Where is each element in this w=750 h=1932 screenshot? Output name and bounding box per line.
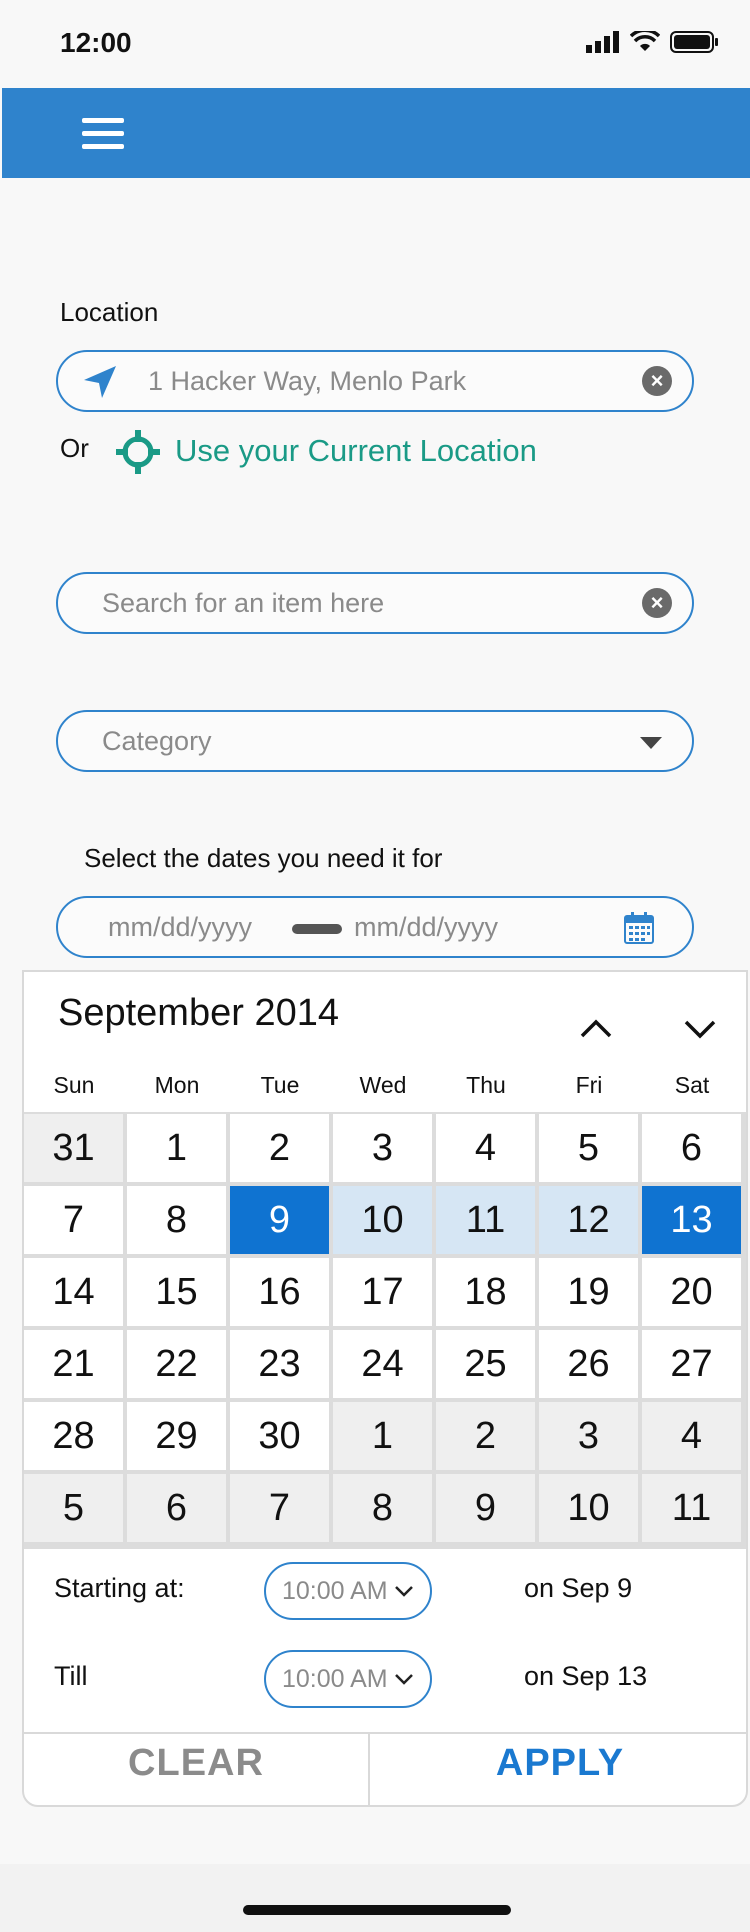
calendar-day[interactable]: 4: [642, 1402, 741, 1470]
search-placeholder: Search for an item here: [102, 588, 385, 618]
calendar-day[interactable]: 1: [333, 1402, 432, 1470]
chevron-down-icon: [395, 1586, 413, 1597]
calendar-icon[interactable]: [624, 912, 654, 944]
calendar-day[interactable]: 26: [539, 1330, 638, 1398]
calendar-day[interactable]: 11: [436, 1186, 535, 1254]
weekday-label: Fri: [575, 1072, 603, 1098]
location-value: 1 Hacker Way, Menlo Park: [148, 366, 467, 396]
or-label: Or: [60, 433, 89, 463]
category-select[interactable]: Category: [56, 710, 694, 772]
calendar-day[interactable]: 5: [24, 1474, 123, 1542]
use-current-location-link[interactable]: Use your Current Location: [175, 433, 537, 469]
navigation-arrow-icon: [84, 366, 116, 398]
date-range-separator: [292, 924, 342, 934]
calendar-day[interactable]: 10: [539, 1474, 638, 1542]
end-date-text: on Sep 13: [524, 1661, 648, 1691]
calendar-day[interactable]: 6: [127, 1474, 226, 1542]
apply-button[interactable]: APPLY: [370, 1742, 746, 1785]
status-icons: [586, 30, 720, 54]
battery-icon: [670, 31, 718, 53]
calendar-day[interactable]: 6: [642, 1114, 741, 1182]
calendar-day[interactable]: 3: [539, 1402, 638, 1470]
calendar-day[interactable]: 21: [24, 1330, 123, 1398]
calendar-day[interactable]: 22: [127, 1330, 226, 1398]
calendar-day[interactable]: 3: [333, 1114, 432, 1182]
bottom-safe-area: [0, 1864, 750, 1932]
wifi-icon: [630, 31, 660, 51]
calendar-day[interactable]: 29: [127, 1402, 226, 1470]
start-date-placeholder: mm/dd/yyyy: [108, 912, 253, 942]
calendar-day[interactable]: 25: [436, 1330, 535, 1398]
app-bar: [2, 88, 750, 178]
calendar-day[interactable]: 13: [642, 1186, 741, 1254]
cellular-signal-icon: [586, 31, 619, 53]
calendar-day[interactable]: 2: [230, 1114, 329, 1182]
category-placeholder: Category: [102, 726, 212, 756]
date-picker: September 2014 Sun Mon Tue Wed Thu Fri Sat 31 1…: [22, 970, 748, 1807]
calendar-day[interactable]: 27: [642, 1330, 741, 1398]
calendar-day[interactable]: 30: [230, 1402, 329, 1470]
start-time-select[interactable]: 10:00 AM: [264, 1562, 432, 1620]
calendar-day[interactable]: 8: [333, 1474, 432, 1542]
calendar-day[interactable]: 7: [24, 1186, 123, 1254]
weekday-label: Wed: [359, 1072, 407, 1098]
calendar-day[interactable]: 4: [436, 1114, 535, 1182]
calendar-day[interactable]: 7: [230, 1474, 329, 1542]
calendar-day[interactable]: 8: [127, 1186, 226, 1254]
calendar-day[interactable]: 31: [24, 1114, 123, 1182]
weekday-label: Mon: [154, 1072, 200, 1098]
weekday-label: Sun: [53, 1072, 95, 1098]
calendar-day[interactable]: 16: [230, 1258, 329, 1326]
weekday-label: Sat: [674, 1072, 710, 1098]
weekday-label: Thu: [466, 1072, 506, 1098]
calendar-day[interactable]: 20: [642, 1258, 741, 1326]
calendar-day[interactable]: 1: [127, 1114, 226, 1182]
footer-divider: [24, 1732, 746, 1734]
hamburger-menu-icon[interactable]: [82, 118, 124, 150]
clear-search-icon[interactable]: ×: [642, 588, 672, 618]
calendar-day[interactable]: 9: [436, 1474, 535, 1542]
calendar-day[interactable]: 23: [230, 1330, 329, 1398]
status-bar: 12:00: [0, 0, 750, 88]
crosshair-icon[interactable]: [116, 430, 160, 474]
clear-button[interactable]: CLEAR: [24, 1742, 368, 1785]
search-input[interactable]: Search for an item here ×: [56, 572, 694, 634]
calendar-day[interactable]: 28: [24, 1402, 123, 1470]
dates-label: Select the dates you need it for: [84, 843, 443, 873]
chevron-down-icon: [395, 1674, 413, 1685]
chevron-up-icon[interactable]: [576, 1014, 616, 1044]
end-time-value: 10:00 AM: [282, 1665, 388, 1693]
end-date-placeholder: mm/dd/yyyy: [354, 912, 499, 942]
status-time: 12:00: [60, 27, 132, 58]
dropdown-caret-icon: [640, 737, 662, 749]
calendar-day[interactable]: 18: [436, 1258, 535, 1326]
calendar-month-title: September 2014: [58, 992, 339, 1034]
calendar-day[interactable]: 17: [333, 1258, 432, 1326]
calendar-day[interactable]: 19: [539, 1258, 638, 1326]
chevron-down-icon[interactable]: [680, 1014, 720, 1044]
location-label: Location: [60, 297, 159, 327]
end-time-select[interactable]: 10:00 AM: [264, 1650, 432, 1708]
date-range-input[interactable]: mm/dd/yyyy mm/dd/yyyy: [56, 896, 694, 958]
calendar-day[interactable]: 9: [230, 1186, 329, 1254]
calendar-day[interactable]: 10: [333, 1186, 432, 1254]
calendar-day[interactable]: 14: [24, 1258, 123, 1326]
start-date-text: on Sep 9: [524, 1573, 633, 1603]
till-label: Till: [54, 1661, 88, 1691]
calendar-day[interactable]: 24: [333, 1330, 432, 1398]
starting-at-label: Starting at:: [54, 1573, 185, 1603]
weekday-label: Tue: [260, 1072, 300, 1098]
calendar-day[interactable]: 15: [127, 1258, 226, 1326]
home-indicator: [243, 1905, 511, 1915]
calendar-day[interactable]: 11: [642, 1474, 741, 1542]
location-input[interactable]: 1 Hacker Way, Menlo Park ×: [56, 350, 694, 412]
calendar-day[interactable]: 2: [436, 1402, 535, 1470]
start-time-value: 10:00 AM: [282, 1577, 388, 1605]
calendar-day[interactable]: 12: [539, 1186, 638, 1254]
clear-location-icon[interactable]: ×: [642, 366, 672, 396]
calendar-day[interactable]: 5: [539, 1114, 638, 1182]
